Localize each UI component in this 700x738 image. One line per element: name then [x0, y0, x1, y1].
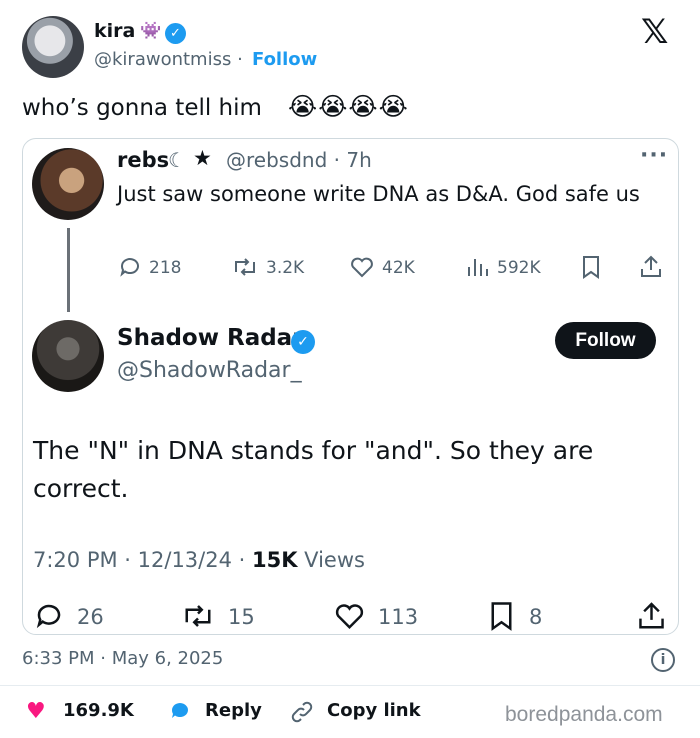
heart-icon[interactable]	[349, 255, 375, 279]
author-avatar[interactable]	[22, 16, 84, 78]
repost-icon[interactable]	[231, 255, 259, 279]
rebs-tweet-text: Just saw someone write DNA as D&A. God s…	[117, 182, 640, 206]
shadow-radar-avatar[interactable]	[32, 320, 104, 392]
divider	[0, 685, 700, 686]
reply-bubble-icon[interactable]	[118, 255, 142, 279]
follow-button[interactable]: Follow	[555, 322, 656, 359]
reply-bubble-icon[interactable]	[34, 601, 64, 631]
reply-bubble-icon[interactable]	[167, 699, 193, 723]
moon-icon: ☾	[168, 148, 186, 172]
shadow-bookmarks-count: 8	[529, 605, 543, 629]
rebs-handle-time[interactable]: @rebsdnd · 7h	[226, 148, 372, 172]
author-name-emoji: 👾	[140, 21, 162, 41]
rebs-likes-count: 42K	[382, 258, 415, 278]
share-icon[interactable]	[640, 254, 662, 278]
info-icon[interactable]: i	[651, 648, 675, 672]
views-bars-icon[interactable]	[466, 255, 490, 279]
copy-link-button[interactable]: Copy link	[327, 700, 421, 721]
link-icon[interactable]	[290, 700, 314, 724]
rebs-replies-count: 218	[149, 258, 182, 278]
x-logo-icon[interactable]: 𝕏	[641, 12, 668, 52]
crying-emoji-icons: 😭😭😭😭	[288, 92, 409, 121]
author-handle[interactable]: @kirawontmiss ·	[94, 49, 243, 70]
shadow-radar-tweet-text: The "N" in DNA stands for "and". So they…	[33, 436, 594, 503]
reply-button[interactable]: Reply	[205, 700, 262, 721]
share-icon[interactable]	[638, 600, 665, 630]
heart-icon[interactable]: ♥	[26, 699, 46, 724]
verified-badge-icon: ✓	[165, 23, 186, 44]
tweet-text: who’s gonna tell him	[22, 95, 262, 121]
more-options-icon[interactable]: ···	[640, 143, 668, 168]
heart-icon[interactable]	[333, 601, 366, 631]
watermark: boredpanda.com	[505, 703, 663, 726]
follow-link[interactable]: Follow	[252, 49, 317, 70]
bookmark-icon[interactable]	[581, 255, 601, 279]
author-name[interactable]: kira	[94, 20, 135, 42]
likes-count[interactable]: 169.9K	[63, 700, 134, 721]
shadow-radar-handle[interactable]: @ShadowRadar_	[117, 358, 302, 383]
shadow-likes-count: 113	[378, 605, 419, 629]
shadow-reposts-count: 15	[228, 605, 255, 629]
bookmark-icon[interactable]	[489, 601, 514, 631]
shadow-replies-count: 26	[77, 605, 104, 629]
shadow-radar-name[interactable]: Shadow Radar	[117, 325, 304, 351]
rebs-name[interactable]: rebs	[117, 148, 169, 172]
repost-icon[interactable]	[180, 601, 216, 631]
verified-badge-icon: ✓	[291, 330, 315, 354]
rebs-avatar[interactable]	[32, 148, 104, 220]
rebs-reposts-count: 3.2K	[266, 258, 305, 278]
tweet-meta: 7:20 PM · 12/13/24 · 15K Views	[33, 548, 365, 572]
rebs-views-count: 592K	[497, 258, 541, 278]
thread-line	[67, 228, 70, 312]
star-icon: ★	[193, 146, 212, 170]
tweet-timestamp[interactable]: 6:33 PM · May 6, 2025	[22, 648, 223, 669]
